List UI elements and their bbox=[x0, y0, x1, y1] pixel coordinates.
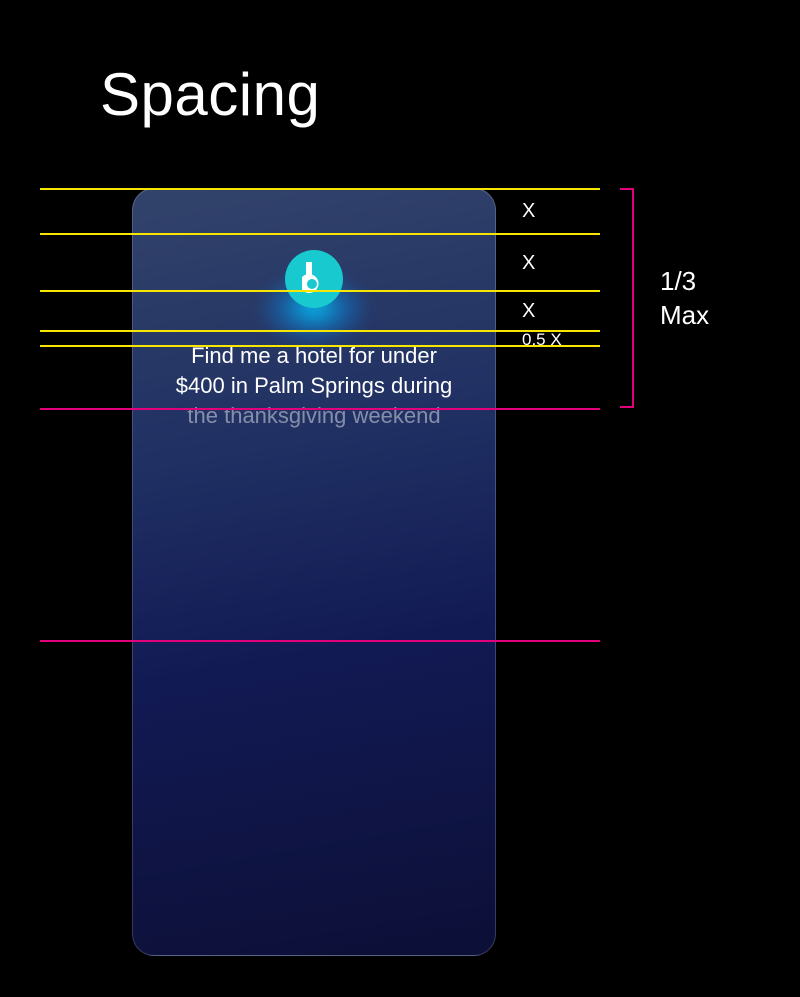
guide-yellow-3 bbox=[40, 290, 600, 292]
bracket-label: 1/3 Max bbox=[660, 264, 709, 332]
bixby-logo-disc bbox=[285, 250, 343, 308]
guide-magenta-2 bbox=[40, 640, 600, 642]
spacing-label-x1: X bbox=[522, 200, 535, 223]
guide-yellow-1 bbox=[40, 188, 600, 190]
guide-magenta-1 bbox=[40, 408, 600, 410]
bixby-logo-wrap bbox=[282, 247, 346, 311]
speech-line-2: $400 in Palm Springs during bbox=[157, 371, 471, 401]
speech-line-3: the thanksgiving weekend bbox=[157, 401, 471, 431]
guide-yellow-2 bbox=[40, 233, 600, 235]
spacing-label-x3: X bbox=[522, 300, 535, 323]
page-title: Spacing bbox=[100, 60, 320, 129]
transcription-text: Find me a hotel for under $400 in Palm S… bbox=[133, 341, 495, 431]
bracket-label-line1: 1/3 bbox=[660, 264, 709, 298]
guide-yellow-4 bbox=[40, 330, 600, 332]
spacing-label-x2: X bbox=[522, 252, 535, 275]
spacing-label-halfx: 0.5 X bbox=[522, 330, 562, 350]
phone-frame: Find me a hotel for under $400 in Palm S… bbox=[132, 188, 496, 956]
spec-slide: Spacing Find me a hotel for under $400 i… bbox=[0, 0, 800, 997]
guide-yellow-5 bbox=[40, 345, 600, 347]
bracket-one-third bbox=[620, 188, 634, 408]
bracket-label-line2: Max bbox=[660, 298, 709, 332]
